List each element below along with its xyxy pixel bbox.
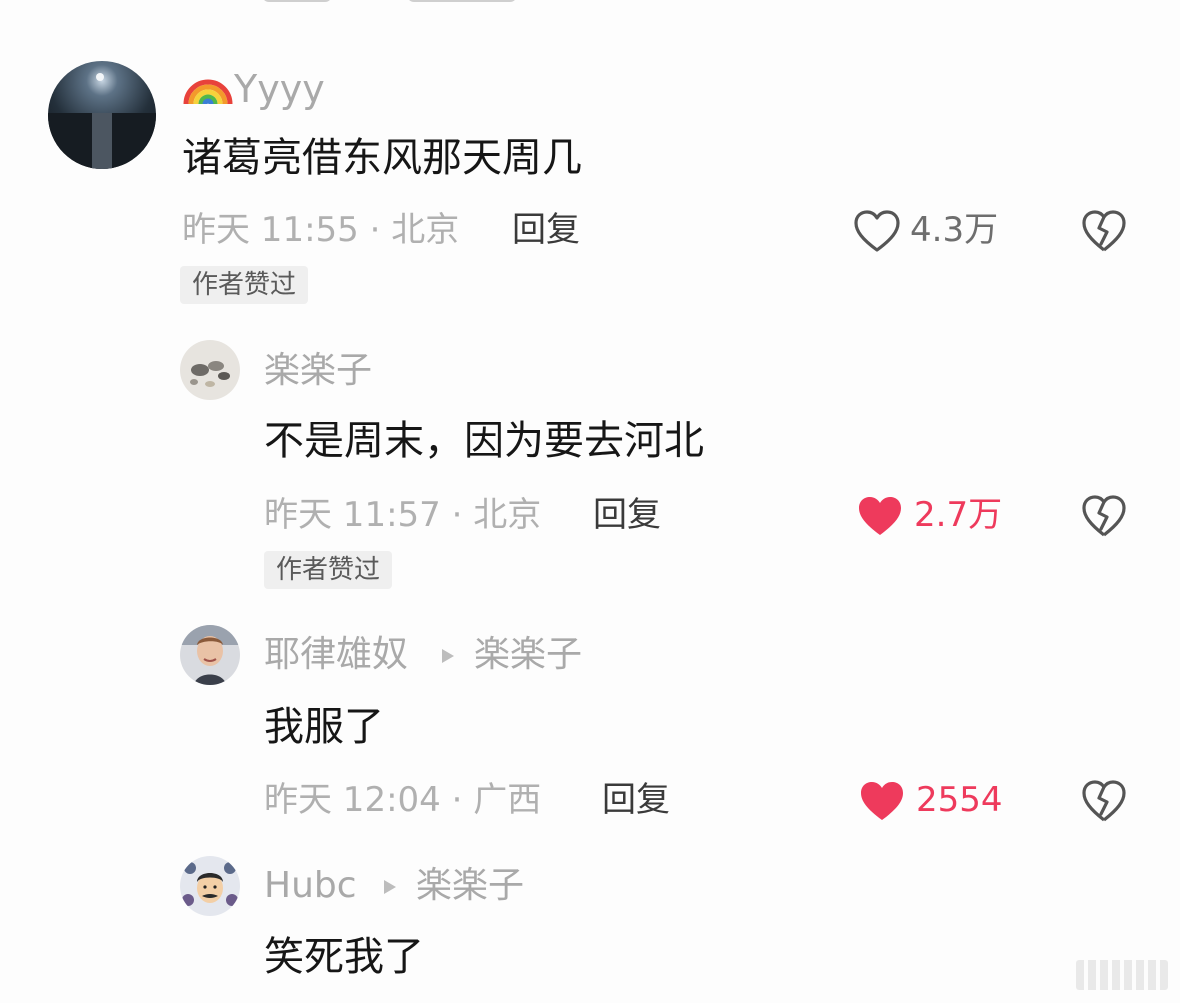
dislike-broken-heart-icon[interactable] — [1080, 493, 1128, 539]
username[interactable]: 耶律雄奴 — [264, 634, 408, 675]
heart-filled-icon[interactable] — [855, 493, 905, 539]
like-count: 4.3万 — [910, 210, 999, 250]
reply-arrow-icon — [440, 647, 456, 669]
dislike-broken-heart-icon[interactable] — [1080, 778, 1128, 824]
username[interactable]: Yyyy — [234, 67, 325, 111]
comment-text: 笑死我了 — [264, 934, 424, 980]
like-count: 2554 — [916, 780, 1003, 820]
clipped-previous-line — [262, 0, 552, 4]
comment-meta: 昨天 11:57 · 北京 — [264, 495, 542, 535]
author-liked-badge: 作者赞过 — [264, 551, 393, 589]
reply-arrow-icon — [382, 878, 398, 900]
heart-filled-icon[interactable] — [857, 778, 907, 824]
rainbow-icon — [182, 60, 234, 106]
reply-button[interactable]: 回复 — [593, 491, 661, 539]
avatar[interactable] — [180, 856, 240, 916]
username[interactable]: 楽楽子 — [264, 346, 372, 396]
comment-text: 我服了 — [264, 704, 384, 750]
like-count: 2.7万 — [914, 495, 1003, 535]
reply-button[interactable]: 回复 — [512, 206, 580, 254]
comment-meta: 昨天 11:55 · 北京 — [182, 210, 460, 250]
comment-text: 不是周末，因为要去河北 — [264, 418, 704, 464]
reply-header: 耶律雄奴 — [264, 630, 408, 680]
reply-to-username[interactable]: 楽楽子 — [416, 861, 524, 911]
watermark — [1076, 960, 1168, 990]
username-row[interactable]: Yyyy — [182, 60, 325, 112]
dislike-broken-heart-icon[interactable] — [1080, 208, 1128, 254]
reply-button[interactable]: 回复 — [602, 776, 670, 824]
author-liked-badge: 作者赞过 — [180, 266, 309, 304]
avatar[interactable] — [48, 61, 156, 169]
comment-meta: 昨天 12:04 · 广西 — [264, 780, 542, 820]
avatar[interactable] — [180, 340, 240, 400]
username[interactable]: Hubc — [264, 861, 357, 911]
reply-to-username[interactable]: 楽楽子 — [474, 630, 582, 680]
comment-section: Yyyy 诸葛亮借东风那天周几 昨天 11:55 · 北京 回复 4.3万 作者… — [0, 0, 1180, 1003]
avatar[interactable] — [180, 625, 240, 685]
comment-text: 诸葛亮借东风那天周几 — [182, 135, 582, 181]
heart-outline-icon[interactable] — [852, 208, 902, 254]
